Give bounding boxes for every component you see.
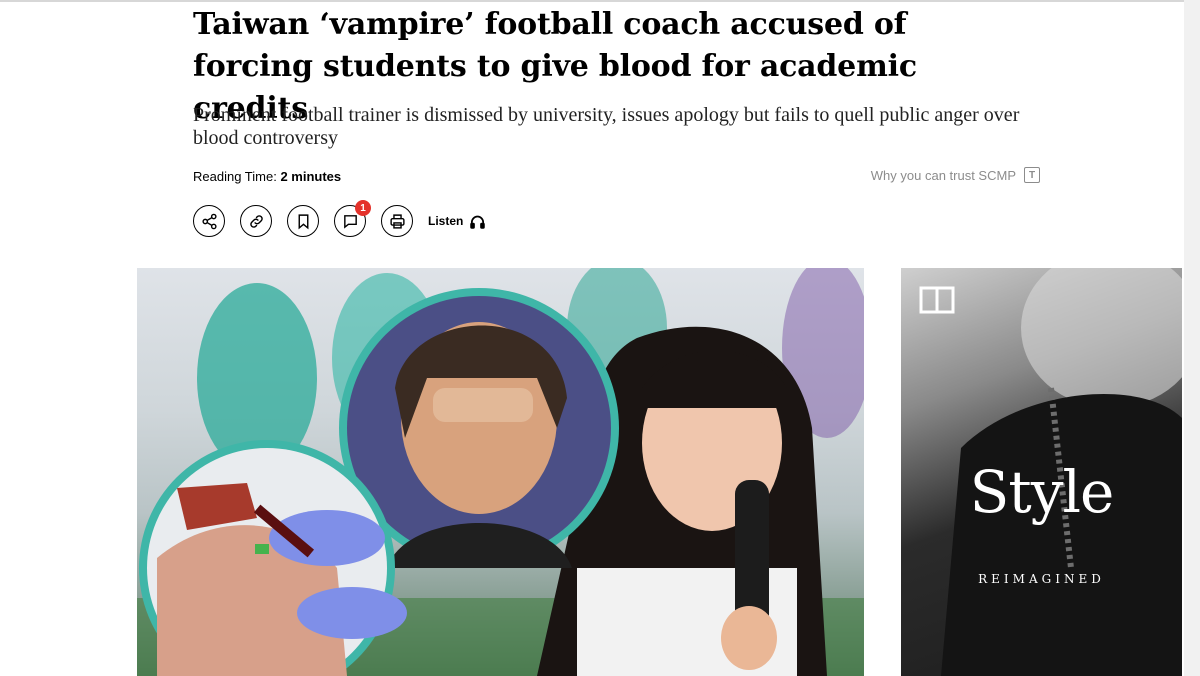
style-logo-icon <box>919 286 955 314</box>
hero-image-collage <box>137 268 864 676</box>
reading-time-value: 2 minutes <box>280 169 342 184</box>
comment-button[interactable]: 1 <box>334 200 371 237</box>
hero-image[interactable] <box>137 268 864 676</box>
bookmark-button[interactable] <box>287 205 319 237</box>
ad-subtitle: REIMAGINED <box>978 572 1105 586</box>
listen-label: Listen <box>428 214 464 228</box>
headphones-icon <box>470 215 486 229</box>
trust-link[interactable]: Why you can trust SCMP T <box>871 167 1040 183</box>
article-subheadline: Prominent football trainer is dismissed … <box>193 104 1020 149</box>
listen-button[interactable]: Listen <box>428 213 486 230</box>
comment-icon <box>343 214 357 229</box>
copy-link-button[interactable] <box>240 205 272 237</box>
reading-time: Reading Time: 2 minutes <box>193 169 341 184</box>
article-action-bar: 1 Listen <box>193 200 486 238</box>
trust-text: Why you can trust SCMP <box>870 167 1016 183</box>
trust-icon: T <box>1024 167 1040 183</box>
print-button[interactable] <box>381 205 413 237</box>
share-button[interactable] <box>193 205 225 237</box>
comment-count-badge: 1 <box>355 200 371 216</box>
bookmark-icon <box>298 213 308 229</box>
ad-title: Style <box>969 458 1115 526</box>
reading-time-label: Reading Time: <box>193 169 277 184</box>
advertisement-banner[interactable]: Style REIMAGINED <box>901 268 1182 676</box>
top-rule <box>0 0 1200 2</box>
share-icon <box>201 213 217 229</box>
print-icon <box>389 213 405 229</box>
link-icon <box>249 214 263 228</box>
page-scrollbar[interactable] <box>1184 0 1200 676</box>
